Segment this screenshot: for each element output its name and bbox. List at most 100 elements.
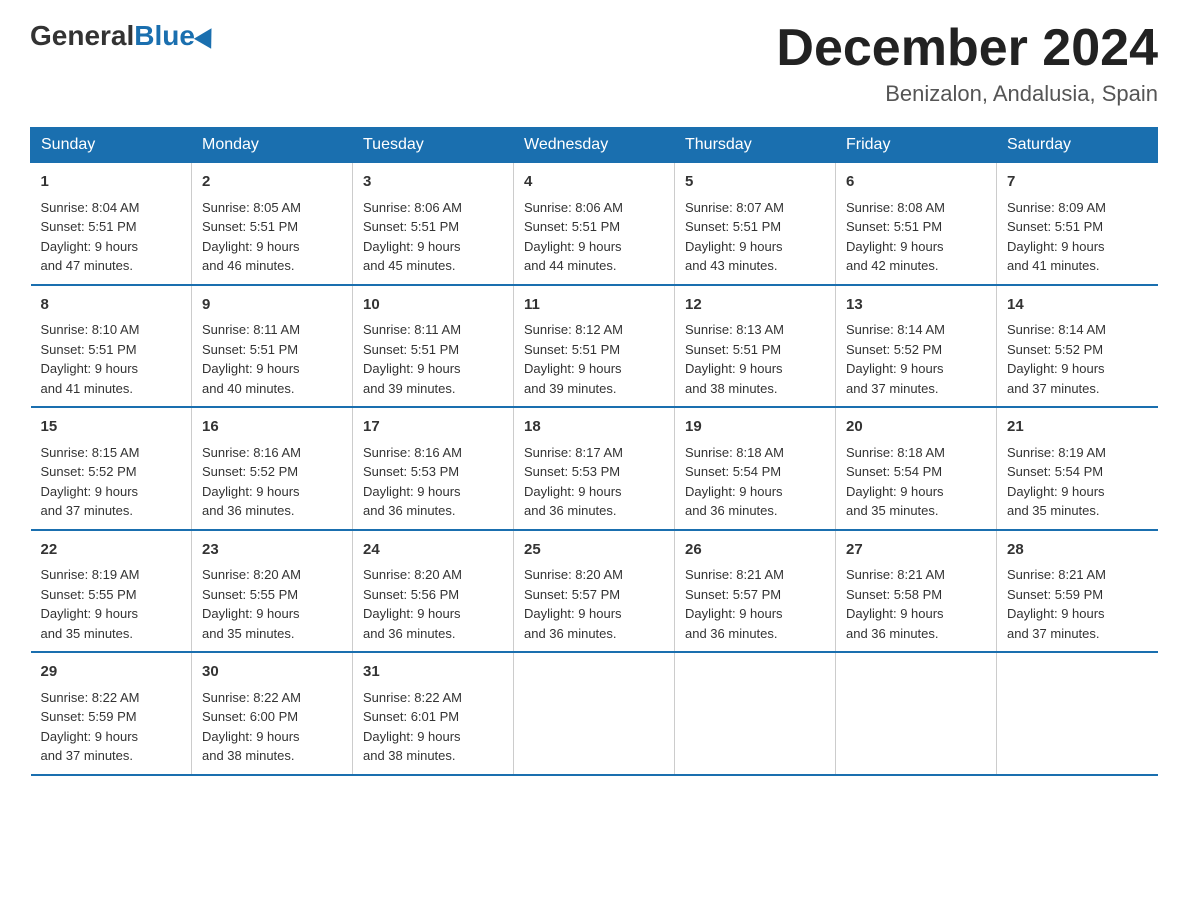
calendar-header: SundayMondayTuesdayWednesdayThursdayFrid… [31,128,1158,163]
calendar-cell: 11 Sunrise: 8:12 AM Sunset: 5:51 PM Dayl… [514,285,675,408]
daylight-label: Daylight: 9 hours [41,484,139,499]
day-info: Sunrise: 8:10 AM Sunset: 5:51 PM Dayligh… [41,320,182,398]
day-number: 29 [41,661,182,684]
day-number: 3 [363,171,503,194]
daylight-minutes: and 35 minutes. [1007,503,1100,518]
calendar-cell: 18 Sunrise: 8:17 AM Sunset: 5:53 PM Dayl… [514,407,675,530]
day-info: Sunrise: 8:22 AM Sunset: 6:01 PM Dayligh… [363,688,503,766]
sunrise-label: Sunrise: 8:12 AM [524,322,623,337]
sunrise-label: Sunrise: 8:22 AM [202,690,301,705]
day-number: 16 [202,416,342,439]
sunrise-label: Sunrise: 8:21 AM [1007,567,1106,582]
logo-arrow-icon [194,23,220,49]
sunset-label: Sunset: 5:53 PM [363,464,459,479]
sunset-label: Sunset: 5:59 PM [41,709,137,724]
sunrise-label: Sunrise: 8:10 AM [41,322,140,337]
sunrise-label: Sunrise: 8:17 AM [524,445,623,460]
day-number: 14 [1007,294,1148,317]
day-number: 18 [524,416,664,439]
week-row-2: 8 Sunrise: 8:10 AM Sunset: 5:51 PM Dayli… [31,285,1158,408]
day-number: 25 [524,539,664,562]
daylight-label: Daylight: 9 hours [202,361,300,376]
sunrise-label: Sunrise: 8:04 AM [41,200,140,215]
calendar-cell: 12 Sunrise: 8:13 AM Sunset: 5:51 PM Dayl… [675,285,836,408]
sunrise-label: Sunrise: 8:20 AM [524,567,623,582]
sunset-label: Sunset: 5:51 PM [363,342,459,357]
day-info: Sunrise: 8:15 AM Sunset: 5:52 PM Dayligh… [41,443,182,521]
sunrise-label: Sunrise: 8:06 AM [524,200,623,215]
sunrise-label: Sunrise: 8:21 AM [846,567,945,582]
sunrise-label: Sunrise: 8:11 AM [363,322,461,337]
daylight-label: Daylight: 9 hours [363,361,461,376]
day-number: 15 [41,416,182,439]
day-info: Sunrise: 8:13 AM Sunset: 5:51 PM Dayligh… [685,320,825,398]
day-info: Sunrise: 8:14 AM Sunset: 5:52 PM Dayligh… [846,320,986,398]
calendar-cell [675,652,836,775]
day-number: 31 [363,661,503,684]
sunrise-label: Sunrise: 8:21 AM [685,567,784,582]
daylight-minutes: and 36 minutes. [202,503,295,518]
calendar-body: 1 Sunrise: 8:04 AM Sunset: 5:51 PM Dayli… [31,163,1158,775]
weekday-header-row: SundayMondayTuesdayWednesdayThursdayFrid… [31,128,1158,163]
sunrise-label: Sunrise: 8:22 AM [363,690,462,705]
day-number: 5 [685,171,825,194]
daylight-minutes: and 38 minutes. [363,748,456,763]
calendar-cell: 1 Sunrise: 8:04 AM Sunset: 5:51 PM Dayli… [31,163,192,285]
daylight-label: Daylight: 9 hours [685,361,783,376]
sunset-label: Sunset: 5:51 PM [524,342,620,357]
daylight-minutes: and 35 minutes. [41,626,134,641]
calendar-cell: 7 Sunrise: 8:09 AM Sunset: 5:51 PM Dayli… [997,163,1158,285]
daylight-minutes: and 36 minutes. [685,626,778,641]
calendar-cell: 24 Sunrise: 8:20 AM Sunset: 5:56 PM Dayl… [353,530,514,653]
calendar-cell: 17 Sunrise: 8:16 AM Sunset: 5:53 PM Dayl… [353,407,514,530]
daylight-minutes: and 37 minutes. [41,503,134,518]
sunset-label: Sunset: 5:55 PM [41,587,137,602]
daylight-minutes: and 36 minutes. [524,503,617,518]
sunset-label: Sunset: 5:52 PM [846,342,942,357]
sunrise-label: Sunrise: 8:07 AM [685,200,784,215]
calendar-cell: 27 Sunrise: 8:21 AM Sunset: 5:58 PM Dayl… [836,530,997,653]
day-info: Sunrise: 8:04 AM Sunset: 5:51 PM Dayligh… [41,198,182,276]
daylight-minutes: and 37 minutes. [1007,381,1100,396]
daylight-label: Daylight: 9 hours [363,484,461,499]
daylight-minutes: and 40 minutes. [202,381,295,396]
day-number: 22 [41,539,182,562]
sunset-label: Sunset: 5:55 PM [202,587,298,602]
calendar-cell: 14 Sunrise: 8:14 AM Sunset: 5:52 PM Dayl… [997,285,1158,408]
calendar-cell: 25 Sunrise: 8:20 AM Sunset: 5:57 PM Dayl… [514,530,675,653]
sunrise-label: Sunrise: 8:13 AM [685,322,784,337]
sunset-label: Sunset: 5:52 PM [202,464,298,479]
calendar-cell: 31 Sunrise: 8:22 AM Sunset: 6:01 PM Dayl… [353,652,514,775]
daylight-label: Daylight: 9 hours [524,484,622,499]
logo-blue-part: Blue [134,20,217,52]
day-info: Sunrise: 8:21 AM Sunset: 5:57 PM Dayligh… [685,565,825,643]
sunset-label: Sunset: 5:51 PM [1007,219,1103,234]
daylight-label: Daylight: 9 hours [1007,361,1105,376]
sunset-label: Sunset: 5:51 PM [41,219,137,234]
sunrise-label: Sunrise: 8:05 AM [202,200,301,215]
daylight-minutes: and 35 minutes. [846,503,939,518]
day-number: 4 [524,171,664,194]
day-info: Sunrise: 8:06 AM Sunset: 5:51 PM Dayligh… [524,198,664,276]
calendar-cell: 28 Sunrise: 8:21 AM Sunset: 5:59 PM Dayl… [997,530,1158,653]
daylight-label: Daylight: 9 hours [524,239,622,254]
sunrise-label: Sunrise: 8:19 AM [1007,445,1106,460]
sunset-label: Sunset: 6:01 PM [363,709,459,724]
sunset-label: Sunset: 5:51 PM [685,219,781,234]
sunset-label: Sunset: 5:57 PM [685,587,781,602]
sunrise-label: Sunrise: 8:14 AM [1007,322,1106,337]
day-info: Sunrise: 8:22 AM Sunset: 6:00 PM Dayligh… [202,688,342,766]
daylight-label: Daylight: 9 hours [41,606,139,621]
daylight-label: Daylight: 9 hours [685,484,783,499]
calendar-cell: 5 Sunrise: 8:07 AM Sunset: 5:51 PM Dayli… [675,163,836,285]
location-subtitle: Benizalon, Andalusia, Spain [776,81,1158,107]
daylight-minutes: and 38 minutes. [685,381,778,396]
calendar-cell: 22 Sunrise: 8:19 AM Sunset: 5:55 PM Dayl… [31,530,192,653]
daylight-minutes: and 44 minutes. [524,258,617,273]
calendar-cell: 30 Sunrise: 8:22 AM Sunset: 6:00 PM Dayl… [192,652,353,775]
day-number: 19 [685,416,825,439]
daylight-label: Daylight: 9 hours [1007,239,1105,254]
calendar-cell: 13 Sunrise: 8:14 AM Sunset: 5:52 PM Dayl… [836,285,997,408]
daylight-minutes: and 38 minutes. [202,748,295,763]
weekday-header-tuesday: Tuesday [353,128,514,163]
